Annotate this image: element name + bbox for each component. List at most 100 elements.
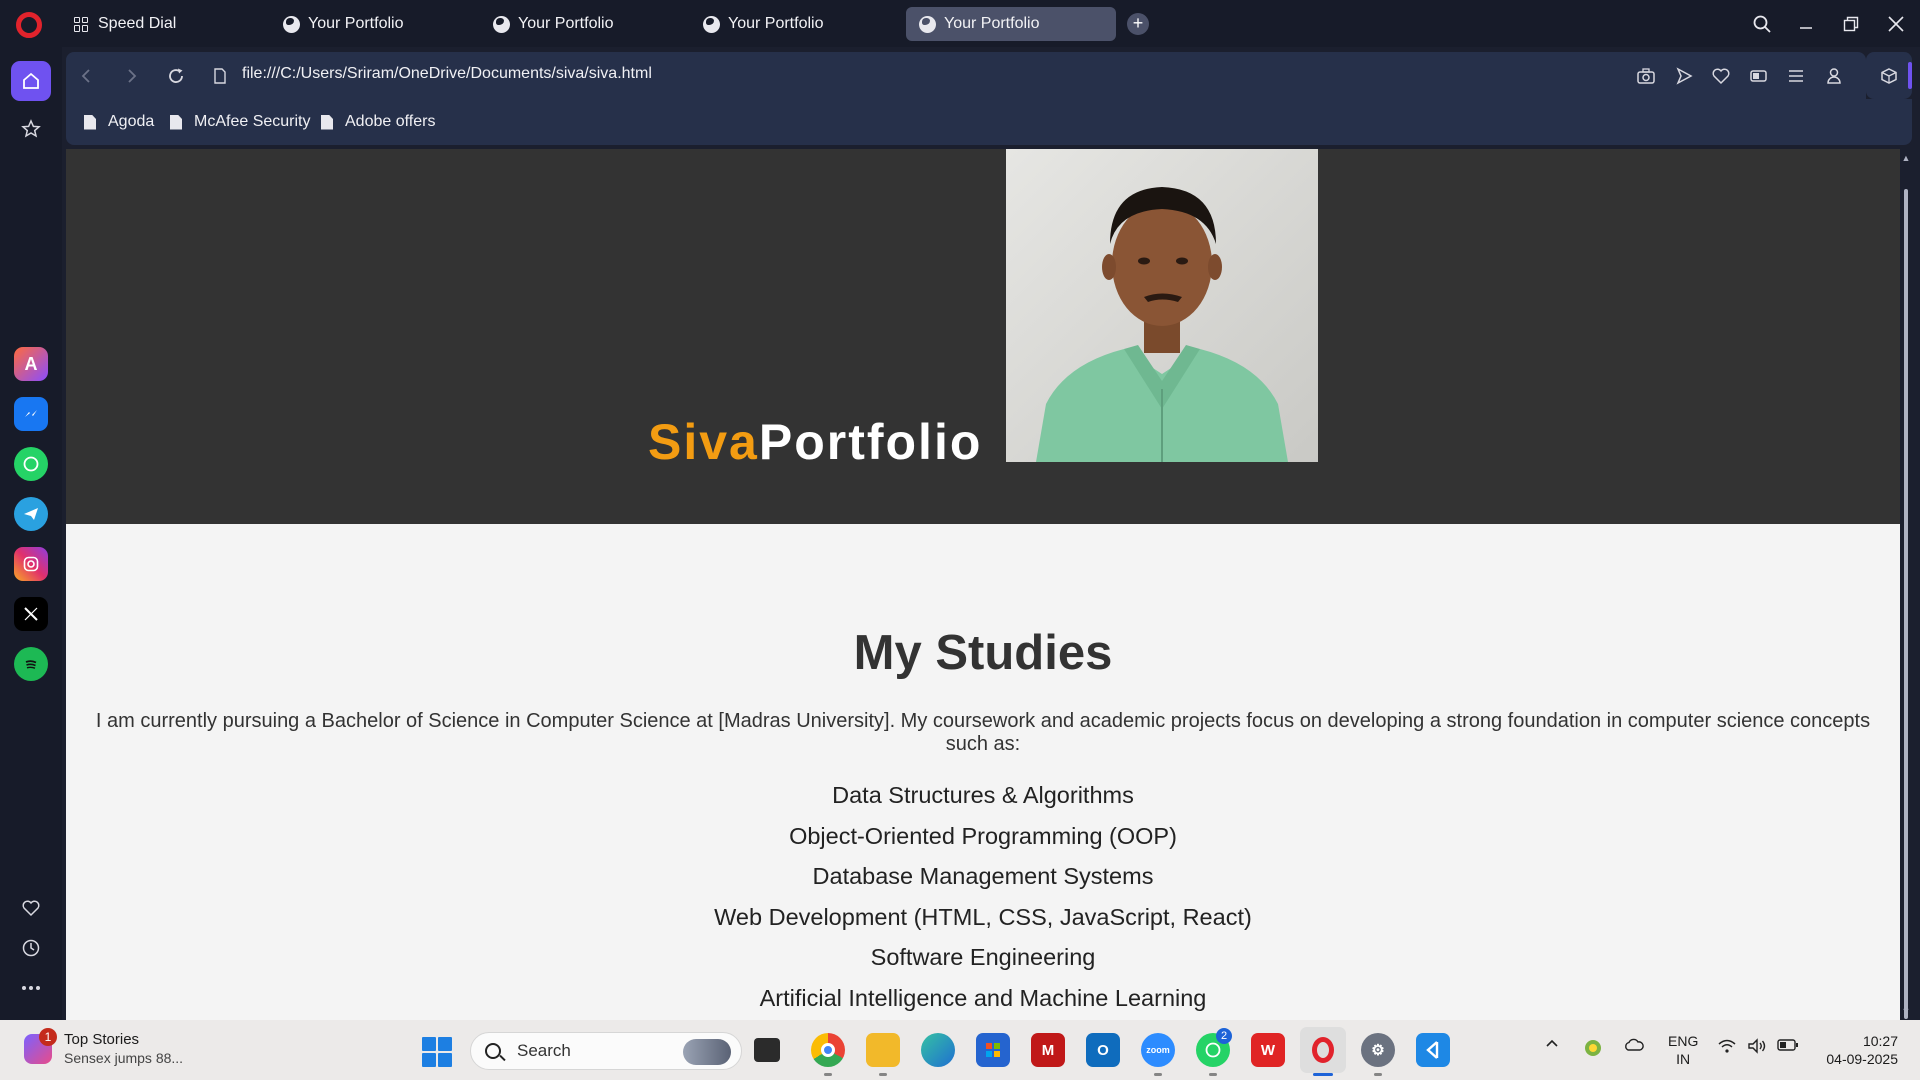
- close-icon[interactable]: [1880, 8, 1912, 40]
- wps-office-icon[interactable]: W: [1251, 1033, 1285, 1067]
- page-viewport: SivaPortfolio My Studies I am currently …: [66, 149, 1900, 1020]
- news-subtitle: Sensex jumps 88...: [64, 1050, 184, 1066]
- bookmarks-bar: Agoda McAfee Security Adobe offers: [66, 99, 1912, 145]
- forward-icon[interactable]: [118, 62, 146, 90]
- home-icon[interactable]: [11, 61, 51, 101]
- document-icon: [321, 114, 333, 130]
- tab-portfolio-active[interactable]: Your Portfolio: [906, 7, 1116, 41]
- new-tab-button[interactable]: +: [1127, 13, 1149, 35]
- taskbar-search-input[interactable]: Search: [470, 1032, 742, 1070]
- globe-icon: [492, 15, 510, 33]
- studies-intro: I am currently pursuing a Bachelor of Sc…: [95, 710, 1871, 755]
- onedrive-cloud-icon[interactable]: [1622, 1038, 1646, 1052]
- tab-speed-dial[interactable]: Speed Dial: [60, 7, 270, 41]
- x-twitter-icon[interactable]: [14, 597, 48, 631]
- list-item: Artificial Intelligence and Machine Lear…: [759, 984, 1207, 1011]
- globe-icon: [702, 15, 720, 33]
- back-icon[interactable]: [72, 62, 100, 90]
- page-scrollbar[interactable]: ▲ ▼: [1900, 149, 1912, 1020]
- spotify-icon[interactable]: [14, 647, 48, 681]
- tab-label: Speed Dial: [98, 15, 177, 32]
- send-icon[interactable]: [1672, 64, 1696, 88]
- tab-label: Your Portfolio: [308, 15, 404, 32]
- language-code: ENG: [1668, 1033, 1699, 1049]
- instagram-icon[interactable]: [14, 547, 48, 581]
- edge-icon[interactable]: [921, 1033, 955, 1067]
- scroll-up-icon[interactable]: ▲: [1901, 153, 1911, 163]
- easy-setup-icon[interactable]: [1784, 64, 1808, 88]
- search-placeholder: Search: [517, 1041, 571, 1060]
- messenger-icon[interactable]: [14, 397, 48, 431]
- profile-icon[interactable]: [1822, 64, 1846, 88]
- bookmark-agoda[interactable]: Agoda: [84, 113, 154, 131]
- zoom-icon[interactable]: zoom: [1141, 1033, 1175, 1067]
- aria-icon[interactable]: A: [14, 347, 48, 381]
- bookmark-label: Adobe offers: [345, 113, 436, 130]
- battery-saver-icon[interactable]: [1747, 64, 1771, 88]
- battery-icon[interactable]: [1776, 1038, 1800, 1052]
- tab-portfolio-2[interactable]: Your Portfolio: [480, 7, 690, 41]
- chrome-icon[interactable]: [811, 1033, 845, 1067]
- tab-label: Your Portfolio: [728, 15, 824, 32]
- history-icon[interactable]: [18, 935, 44, 961]
- news-widget[interactable]: 1 Top Stories Sensex jumps 88...: [24, 1027, 184, 1066]
- tab-strip: Speed Dial Your Portfolio Your Portfolio…: [0, 0, 1920, 47]
- url-field[interactable]: file:///C:/Users/Sriram/OneDrive/Documen…: [242, 65, 652, 83]
- list-item: Data Structures & Algorithms: [832, 782, 1134, 808]
- my-flow-heart-icon[interactable]: [1709, 64, 1733, 88]
- speed-dial-icon: [72, 15, 90, 33]
- reload-icon[interactable]: [162, 62, 190, 90]
- studies-heading: My Studies: [853, 626, 1113, 680]
- file-icon: [206, 62, 234, 90]
- restore-icon[interactable]: [1835, 8, 1867, 40]
- telegram-icon[interactable]: [14, 497, 48, 531]
- outlook-icon[interactable]: O: [1086, 1033, 1120, 1067]
- microsoft-store-icon[interactable]: [976, 1033, 1010, 1067]
- list-item: Database Management Systems: [812, 863, 1154, 890]
- heart-icon[interactable]: [18, 895, 44, 921]
- windows-start-icon[interactable]: [422, 1037, 452, 1067]
- globe-icon: [918, 15, 936, 33]
- language-indicator[interactable]: ENG IN: [1668, 1032, 1698, 1068]
- news-badge: 1: [39, 1027, 57, 1046]
- bookmark-adobe[interactable]: Adobe offers: [321, 113, 435, 131]
- vpn-shield-icon[interactable]: [1582, 1038, 1604, 1058]
- snapshot-icon[interactable]: [1634, 64, 1658, 88]
- bookmark-mcafee[interactable]: McAfee Security: [170, 113, 310, 131]
- more-icon[interactable]: [18, 975, 44, 1001]
- mcafee-icon[interactable]: M: [1031, 1033, 1065, 1067]
- vscode-icon[interactable]: [1416, 1033, 1450, 1067]
- opera-logo-icon[interactable]: [16, 12, 42, 38]
- whatsapp-icon[interactable]: [14, 447, 48, 481]
- hero-header: SivaPortfolio: [66, 149, 1900, 524]
- news-title: Top Stories: [64, 1031, 140, 1048]
- tab-label: Your Portfolio: [518, 15, 614, 32]
- windows-taskbar: 1 Top Stories Sensex jumps 88... Search …: [0, 1020, 1920, 1080]
- chevron-up-icon[interactable]: [1542, 1038, 1562, 1048]
- scroll-down-icon[interactable]: ▼: [1901, 1006, 1911, 1016]
- news-icon: 1: [24, 1027, 57, 1064]
- study-list: Data Structures & Algorithms Object-Orie…: [66, 775, 1900, 1019]
- volume-icon[interactable]: [1746, 1038, 1768, 1054]
- file-explorer-icon[interactable]: [866, 1033, 900, 1067]
- settings-gear-icon[interactable]: ⚙: [1361, 1033, 1395, 1067]
- opera-taskbar-icon[interactable]: [1300, 1027, 1346, 1073]
- opera-sidebar: A: [0, 47, 62, 1020]
- scroll-thumb[interactable]: [1904, 189, 1908, 1019]
- search-highlight-image: [683, 1039, 731, 1065]
- extensions-icon[interactable]: [1866, 52, 1912, 99]
- document-icon: [170, 114, 182, 130]
- task-view-icon[interactable]: [754, 1038, 780, 1062]
- wifi-icon[interactable]: [1716, 1038, 1738, 1054]
- whatsapp-badge: 2: [1216, 1028, 1232, 1044]
- tab-portfolio-3[interactable]: Your Portfolio: [690, 7, 900, 41]
- star-icon[interactable]: [18, 116, 44, 142]
- clock-time: 10:27: [1862, 1033, 1898, 1049]
- title-first-name: Siva: [648, 414, 759, 470]
- minimize-icon[interactable]: [1790, 8, 1822, 40]
- system-clock[interactable]: 10:27 04-09-2025: [1818, 1032, 1898, 1068]
- tab-portfolio-1[interactable]: Your Portfolio: [270, 7, 480, 41]
- tab-search-icon[interactable]: [1746, 8, 1778, 40]
- globe-icon: [282, 15, 300, 33]
- bookmark-label: McAfee Security: [194, 113, 311, 130]
